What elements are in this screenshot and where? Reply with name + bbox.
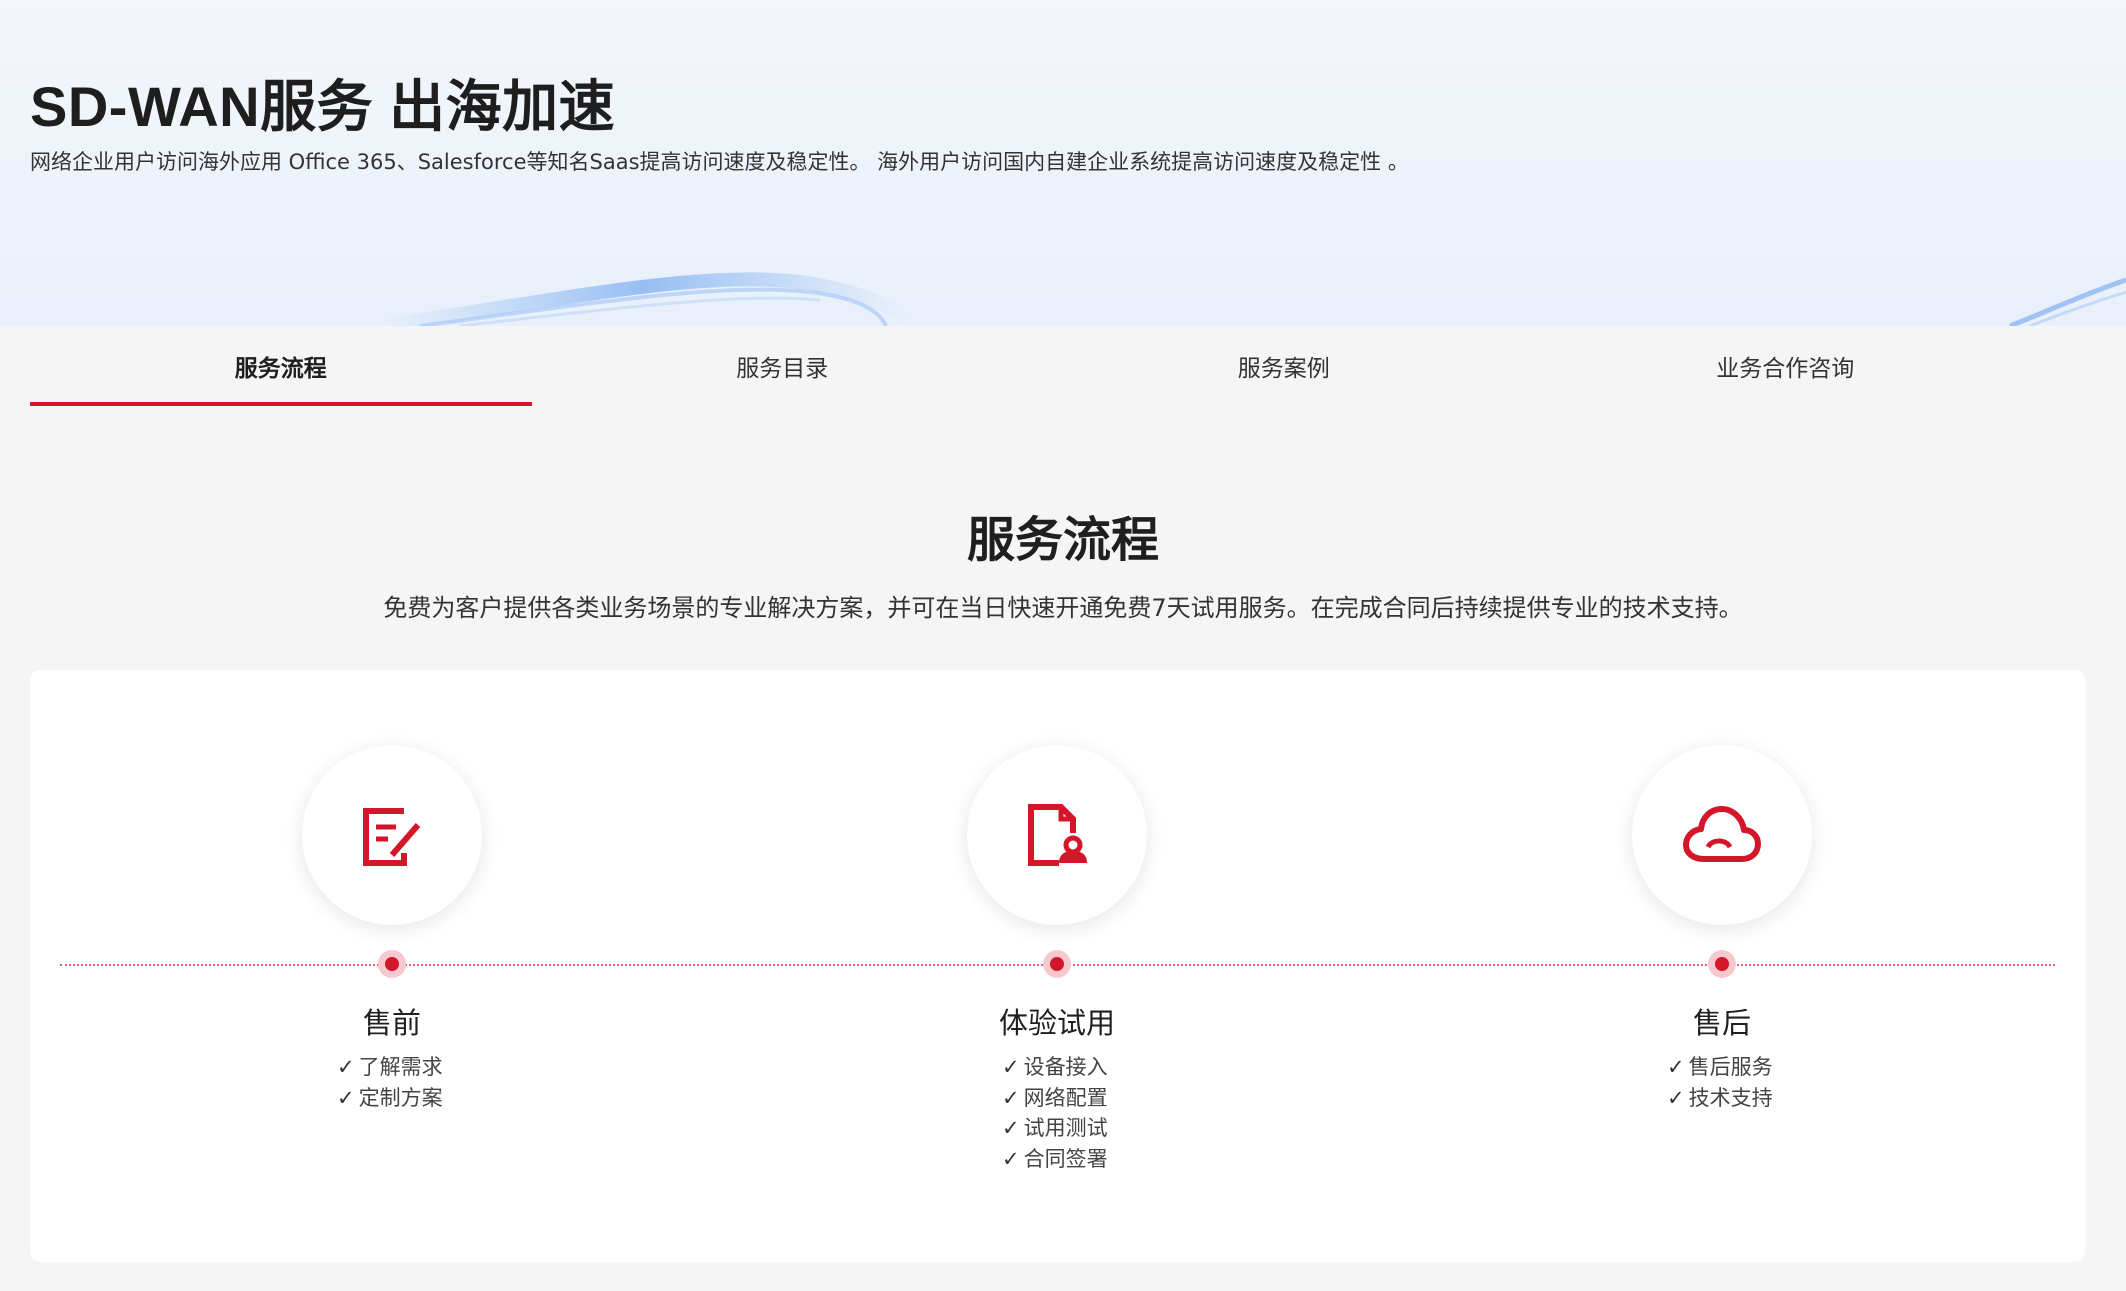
list-item: ✓ 了解需求 xyxy=(337,1055,443,1079)
check-icon: ✓ xyxy=(1002,1116,1020,1140)
edit-document-icon xyxy=(363,808,421,866)
step-title: 售前 xyxy=(362,1006,421,1040)
tab-business-consulting[interactable]: 业务合作咨询 xyxy=(1535,326,2037,406)
check-icon: ✓ xyxy=(337,1055,355,1079)
list-item: ✓ 定制方案 xyxy=(337,1085,443,1110)
check-icon: ✓ xyxy=(1002,1146,1020,1171)
list-item: ✓ 设备接入 xyxy=(1002,1055,1108,1079)
step-trial-icon-circle[interactable] xyxy=(967,745,1147,925)
list-item: ✓ 网络配置 xyxy=(1002,1085,1108,1110)
cloud-icon xyxy=(1683,806,1761,862)
hero-banner: SD-WAN服务 出海加速 网络企业用户访问海外应用 Office 365、Sa… xyxy=(0,0,2126,326)
check-icon: ✓ xyxy=(1002,1055,1020,1079)
step-trial: 体验试用 ✓ 设备接入 ✓ 网络配置 ✓ 试用测试 ✓ 合同签署 xyxy=(757,670,1357,1262)
list-item: ✓ 技术支持 xyxy=(1667,1085,1773,1110)
step-aftersales: 售后 ✓ 售后服务 ✓ 技术支持 xyxy=(1422,670,2022,1262)
section-title: 服务流程 xyxy=(966,512,1159,568)
step-aftersales-icon-circle[interactable] xyxy=(1632,745,1812,925)
timeline-dot xyxy=(1043,950,1071,978)
check-icon: ✓ xyxy=(337,1085,355,1110)
step-checklist: ✓ 了解需求 ✓ 定制方案 xyxy=(92,1052,692,1113)
list-item: ✓ 合同签署 xyxy=(1002,1146,1108,1171)
tab-service-cases[interactable]: 服务案例 xyxy=(1033,326,1535,406)
tab-service-process[interactable]: 服务流程 xyxy=(30,326,532,406)
step-presales: 售前 ✓ 了解需求 ✓ 定制方案 xyxy=(92,670,692,1262)
timeline-dot xyxy=(378,950,406,978)
list-item: ✓ 售后服务 xyxy=(1667,1055,1773,1079)
tab-bar: 服务流程 服务目录 服务案例 业务合作咨询 xyxy=(30,326,2036,406)
step-title: 售后 xyxy=(1692,1006,1751,1040)
hero-title: SD-WAN服务 出海加速 xyxy=(30,75,616,138)
check-icon: ✓ xyxy=(1667,1085,1685,1110)
step-checklist: ✓ 售后服务 ✓ 技术支持 xyxy=(1422,1052,2022,1113)
check-icon: ✓ xyxy=(1002,1085,1020,1110)
step-title: 体验试用 xyxy=(998,1006,1115,1040)
check-icon: ✓ xyxy=(1667,1055,1685,1079)
step-checklist: ✓ 设备接入 ✓ 网络配置 ✓ 试用测试 ✓ 合同签署 xyxy=(757,1052,1357,1174)
process-card: 售前 ✓ 了解需求 ✓ 定制方案 体验试用 ✓ 设备接入 ✓ 网络配置 ✓ 试用测试 ✓ 合… xyxy=(30,670,2085,1262)
timeline-dot xyxy=(1708,950,1736,978)
list-item: ✓ 试用测试 xyxy=(1002,1116,1108,1140)
step-presales-icon-circle[interactable] xyxy=(302,745,482,925)
tab-service-catalog[interactable]: 服务目录 xyxy=(532,326,1034,406)
section-subtitle: 免费为客户提供各类业务场景的专业解决方案，并可在当日快速开通免费7天试用服务。在… xyxy=(383,594,1743,622)
hero-subtitle: 网络企业用户访问海外应用 Office 365、Salesforce等知名Saa… xyxy=(30,150,1409,174)
document-user-icon xyxy=(1028,804,1087,866)
